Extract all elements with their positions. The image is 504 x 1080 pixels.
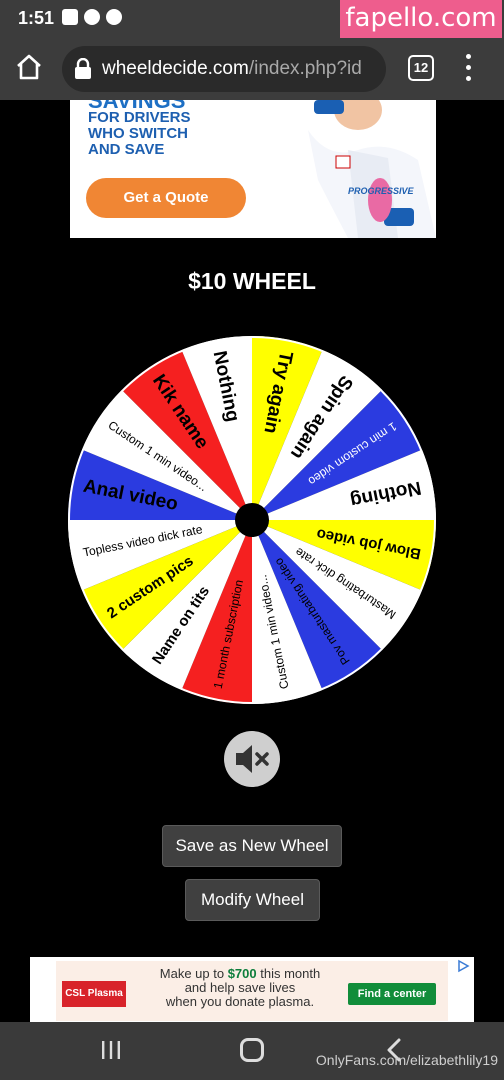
wheel-title: $10 WHEEL xyxy=(188,268,316,294)
progressive-ad[interactable]: SAVINGS FOR DRIVERS WHO SWITCH AND SAVE … xyxy=(70,100,436,238)
message-icon xyxy=(62,9,78,25)
ad-msg-suffix: this month xyxy=(256,966,321,981)
android-nav-bar: OnlyFans.com/elizabethlily19 xyxy=(0,1022,504,1080)
telegram-icon xyxy=(84,9,100,25)
address-bar[interactable]: wheeldecide.com/index.php?id xyxy=(62,46,386,92)
ad-body: FOR DRIVERS WHO SWITCH AND SAVE xyxy=(88,110,191,158)
ad-message-line: when you donate plasma. xyxy=(165,994,315,1009)
ad-msg-prefix: Make up to xyxy=(159,966,228,981)
get-a-quote-button[interactable]: Get a Quote xyxy=(86,178,246,218)
anchor-icon xyxy=(106,9,122,25)
save-as-new-wheel-button[interactable]: Save as New Wheel xyxy=(162,825,342,867)
ad-person-image xyxy=(288,100,436,238)
overflow-menu-icon[interactable] xyxy=(466,54,472,82)
recent-apps-icon[interactable] xyxy=(100,1040,122,1060)
url-text: wheeldecide.com/index.php?id xyxy=(102,58,380,80)
watermark-badge: fapello.com xyxy=(340,0,502,38)
bottom-ad-frame: CSL Plasma Make up to $700 this month an… xyxy=(30,957,474,1027)
find-a-center-button[interactable]: Find a center xyxy=(348,983,436,1005)
ad-body-line: WHO SWITCH xyxy=(88,125,188,142)
status-time: 1:51 xyxy=(18,8,55,28)
url-host: wheeldecide.com xyxy=(102,58,249,79)
url-path: /index.php?id xyxy=(248,58,362,79)
notification-icons xyxy=(62,9,122,25)
nav-watermark: OnlyFans.com/elizabethlily19 xyxy=(315,1052,498,1068)
ad-message-line: and help save lives xyxy=(184,980,296,995)
ad-body-line: AND SAVE xyxy=(88,141,165,158)
ad-message: Make up to $700 this month and help save… xyxy=(140,967,340,1009)
csl-plasma-logo: CSL Plasma xyxy=(62,981,126,1007)
modify-wheel-button[interactable]: Modify Wheel xyxy=(185,879,320,921)
home-icon[interactable] xyxy=(14,52,44,82)
lock-icon xyxy=(75,58,91,79)
ad-amount: $700 xyxy=(227,966,257,981)
adchoices-icon[interactable] xyxy=(456,959,470,973)
browser-toolbar: wheeldecide.com/index.php?id 12 xyxy=(0,38,504,100)
status-bar: 1:51 fapello.com xyxy=(0,0,504,38)
csl-plasma-ad[interactable]: CSL Plasma Make up to $700 this month an… xyxy=(56,961,448,1021)
ad-message-line: Make up to $700 this month xyxy=(140,967,340,981)
wheel-hub xyxy=(235,503,269,537)
mute-button[interactable] xyxy=(223,730,281,788)
ad-brand-logo: PROGRESSIVE xyxy=(348,186,414,196)
home-nav-icon[interactable] xyxy=(240,1038,264,1062)
prize-wheel[interactable]: Try againSpin again1 min custom videoNot… xyxy=(67,335,437,705)
tab-switcher-button[interactable]: 12 xyxy=(408,55,434,81)
ad-body-line: FOR DRIVERS xyxy=(88,109,191,126)
